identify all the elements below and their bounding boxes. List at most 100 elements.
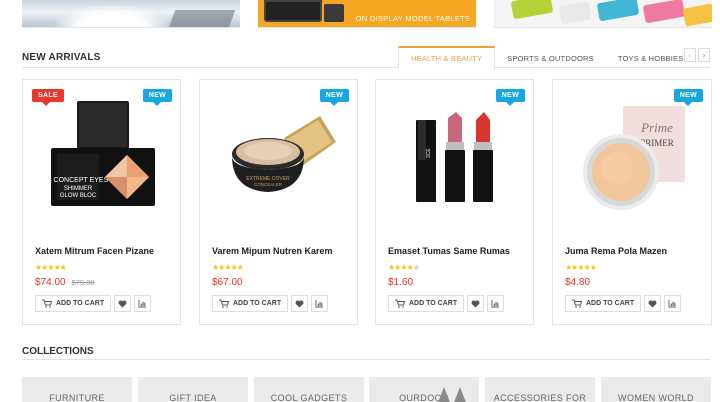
- product-price: $67.00: [212, 277, 243, 288]
- svg-text:3CE: 3CE: [426, 148, 432, 158]
- mountain-graphic: [168, 10, 236, 27]
- heart-icon: [295, 300, 304, 308]
- cart-icon: [395, 299, 405, 308]
- add-to-cart-button[interactable]: ADD TO CART: [388, 295, 465, 312]
- winter-banner[interactable]: [22, 0, 240, 28]
- current-price: $1.60: [388, 277, 414, 288]
- add-to-cart-label: ADD TO CART: [56, 300, 105, 307]
- wishlist-button[interactable]: [291, 295, 309, 312]
- tab-sports-outdoors[interactable]: SPORTS & OUTDOORS: [495, 46, 606, 68]
- compare-button[interactable]: [134, 295, 152, 312]
- product-image-primer[interactable]: Prime PRIMER: [573, 98, 693, 218]
- snow-graphic: [52, 4, 172, 27]
- product-name[interactable]: Emaset Tumas Same Rumas: [388, 246, 510, 256]
- collections-title: COLLECTIONS: [22, 346, 94, 357]
- category-tabs: HEALTH & BEAUTY SPORTS & OUTDOORS TOYS &…: [398, 46, 696, 69]
- collection-accessories[interactable]: ACCESSORIES FOR: [485, 377, 595, 402]
- product-price: $74.00 $79.00: [35, 277, 95, 288]
- add-to-cart-button[interactable]: ADD TO CART: [35, 295, 112, 312]
- color-case-image: [642, 0, 686, 24]
- product-grid: SALE NEW 3 CONCEPT EYES SHIMMER GLOW BLO…: [22, 79, 712, 325]
- star-off: ★: [412, 263, 420, 272]
- svg-text:3 CONCEPT EYES: 3 CONCEPT EYES: [48, 177, 109, 184]
- collection-cool-gadgets[interactable]: COOL GADGETS: [254, 377, 364, 402]
- rating-stars-icon: ★★★★★: [212, 263, 244, 272]
- stars-on: ★★★★: [388, 263, 414, 272]
- product-actions: ADD TO CART: [388, 295, 505, 312]
- banner-headline: [353, 2, 473, 12]
- compare-button[interactable]: [311, 295, 329, 312]
- svg-text:Prime: Prime: [640, 120, 673, 135]
- banner-subline: ON DISPLAY MODEL TABLETS: [355, 14, 471, 23]
- current-price: $4.80: [565, 277, 591, 288]
- prev-arrow-icon[interactable]: ‹: [684, 48, 696, 62]
- add-to-cart-label: ADD TO CART: [586, 300, 635, 307]
- collection-outdoor[interactable]: OURDOOR: [369, 377, 479, 402]
- product-card[interactable]: NEW EXTREME COVER CONCEALER Varem Mipum …: [199, 79, 358, 325]
- product-actions: ADD TO CART: [212, 295, 329, 312]
- tablet-image: [264, 0, 322, 22]
- tab-health-beauty[interactable]: HEALTH & BEAUTY: [398, 46, 496, 69]
- heart-icon: [648, 300, 657, 308]
- new-arrivals-header: NEW ARRIVALS HEALTH & BEAUTY SPORTS & OU…: [22, 46, 710, 69]
- add-to-cart-label: ADD TO CART: [233, 300, 282, 307]
- svg-text:GLOW BLOC: GLOW BLOC: [60, 193, 97, 199]
- product-image-lipsticks[interactable]: 3CE: [396, 98, 516, 218]
- cart-icon: [572, 299, 582, 308]
- cart-icon: [219, 299, 229, 308]
- svg-text:SHIMMER: SHIMMER: [64, 186, 93, 192]
- tablet-small-image: [324, 4, 344, 22]
- collections-row: FURNITURE GIFT IDEA COOL GADGETS OURDOOR…: [22, 377, 720, 402]
- color-case-image: [596, 0, 640, 22]
- heart-icon: [118, 300, 127, 308]
- collections-header: COLLECTIONS: [22, 343, 710, 360]
- collection-gift-idea[interactable]: GIFT IDEA: [138, 377, 248, 402]
- wishlist-button[interactable]: [644, 295, 662, 312]
- carousel-arrows: ‹ ›: [684, 48, 710, 62]
- cart-icon: [42, 299, 52, 308]
- compare-button[interactable]: [664, 295, 682, 312]
- add-to-cart-label: ADD TO CART: [409, 300, 458, 307]
- product-card[interactable]: SALE NEW 3 CONCEPT EYES SHIMMER GLOW BLO…: [22, 79, 181, 325]
- wishlist-button[interactable]: [114, 295, 132, 312]
- add-to-cart-button[interactable]: ADD TO CART: [212, 295, 289, 312]
- current-price: $67.00: [212, 277, 243, 288]
- compare-chart-icon: [315, 299, 324, 308]
- rating-stars-icon: ★★★★★: [388, 263, 420, 272]
- accessories-banner[interactable]: [494, 0, 712, 28]
- tent-icon: [453, 387, 467, 402]
- product-actions: ADD TO CART: [35, 295, 152, 312]
- tent-icon: [437, 387, 451, 402]
- old-price: $79.00: [71, 278, 95, 287]
- rating-stars-icon: ★★★★★: [565, 263, 597, 272]
- collection-furniture[interactable]: FURNITURE: [22, 377, 132, 402]
- product-name[interactable]: Juma Rema Pola Mazen: [565, 246, 667, 256]
- compare-chart-icon: [668, 299, 677, 308]
- wishlist-button[interactable]: [467, 295, 485, 312]
- color-case-image: [682, 3, 712, 27]
- rating-stars-icon: ★★★★★: [35, 263, 67, 272]
- product-price: $1.60: [388, 277, 413, 288]
- product-name[interactable]: Xatem Mitrum Facen Pizane: [35, 246, 154, 256]
- tab-toys-hobbies[interactable]: TOYS & HOBBIES: [606, 46, 696, 68]
- svg-text:CONCEALER: CONCEALER: [254, 182, 283, 187]
- color-case-image: [558, 1, 592, 25]
- promo-banners: ON DISPLAY MODEL TABLETS: [0, 0, 720, 30]
- next-arrow-icon[interactable]: ›: [698, 48, 710, 62]
- compare-button[interactable]: [487, 295, 505, 312]
- add-to-cart-button[interactable]: ADD TO CART: [565, 295, 642, 312]
- product-actions: ADD TO CART: [565, 295, 682, 312]
- product-price: $4.80: [565, 277, 590, 288]
- product-name[interactable]: Varem Mipum Nutren Karem: [212, 246, 333, 256]
- compare-chart-icon: [138, 299, 147, 308]
- collection-women-world[interactable]: WOMEN WORLD: [601, 377, 711, 402]
- compare-chart-icon: [491, 299, 500, 308]
- heart-icon: [471, 300, 480, 308]
- tablets-banner[interactable]: ON DISPLAY MODEL TABLETS: [258, 0, 476, 28]
- current-price: $74.00: [35, 277, 66, 288]
- section-title: NEW ARRIVALS: [22, 52, 101, 63]
- product-image-loose-powder[interactable]: EXTREME COVER CONCEALER: [220, 98, 340, 218]
- product-image-eyeshadow-palette[interactable]: 3 CONCEPT EYES SHIMMER GLOW BLOC: [43, 98, 163, 218]
- product-card[interactable]: NEW 3CE Emaset Tumas Same Rumas ★★★★★ $1…: [375, 79, 534, 325]
- product-card[interactable]: NEW Prime PRIMER Juma Rema Pola Mazen ★★…: [552, 79, 712, 325]
